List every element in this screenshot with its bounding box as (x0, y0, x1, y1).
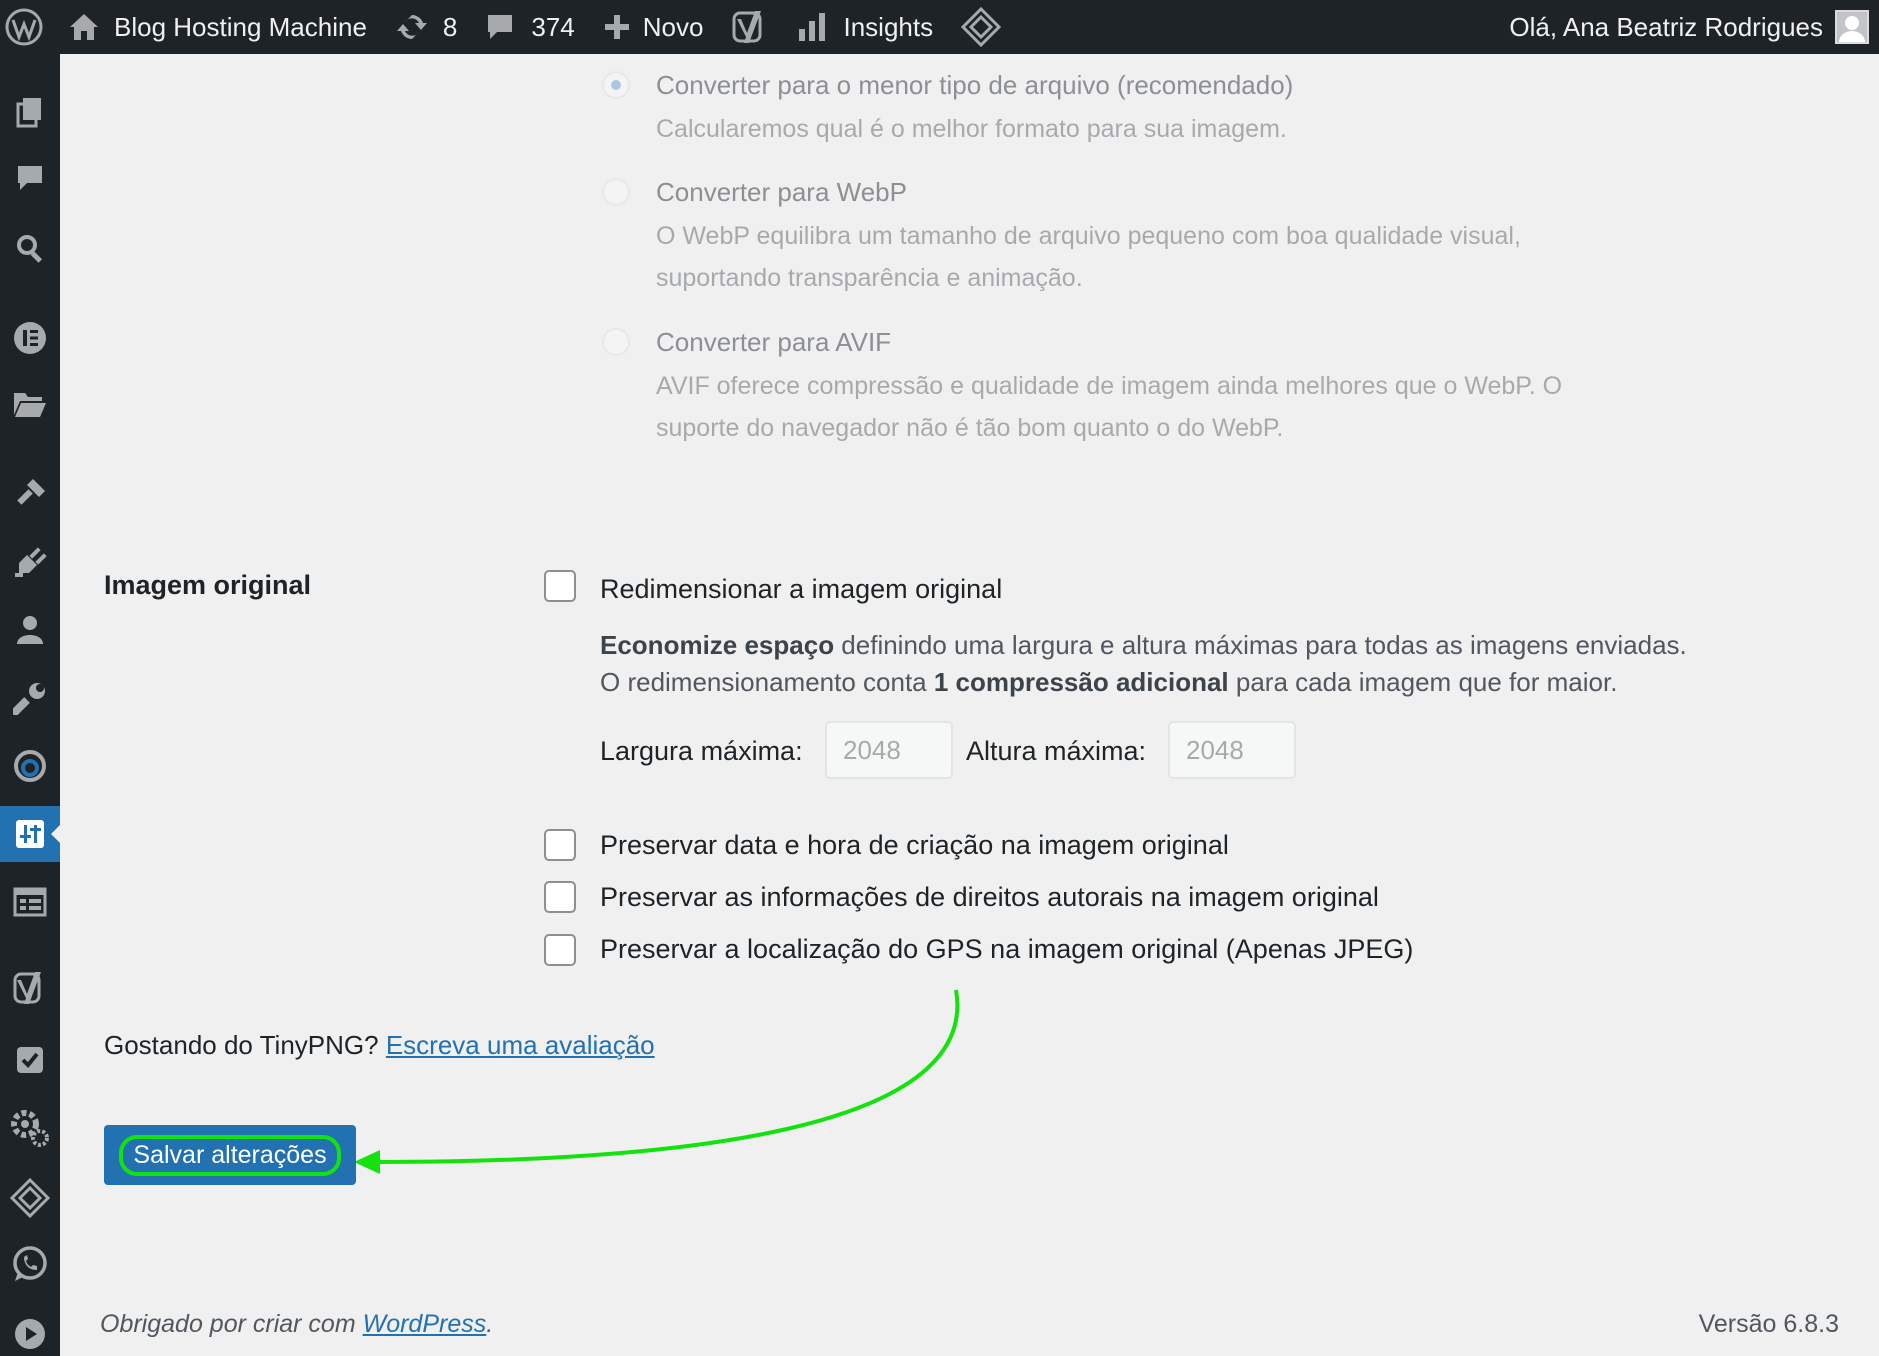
search-icon[interactable] (0, 220, 60, 276)
updates-link[interactable]: 8 (381, 0, 471, 54)
comments-link[interactable]: 374 (471, 0, 588, 54)
tools-icon[interactable] (0, 670, 60, 726)
table-icon[interactable] (0, 874, 60, 930)
rating-text: Gostando do TinyPNG? (104, 1030, 379, 1060)
max-width-input[interactable] (825, 721, 953, 779)
plugins-icon[interactable] (0, 534, 60, 590)
comments-icon[interactable] (0, 150, 60, 206)
elementor-icon[interactable] (0, 310, 60, 366)
resize-original-label[interactable]: Redimensionar a imagem original (600, 574, 1002, 605)
user-greeting[interactable]: Olá, Ana Beatriz Rodrigues (1509, 12, 1823, 43)
plus-icon (604, 15, 629, 39)
home-icon (70, 14, 98, 40)
avatar[interactable] (1835, 10, 1869, 44)
radio-webp[interactable] (602, 178, 630, 206)
updates-icon (396, 15, 427, 39)
diamond-icon[interactable] (0, 1170, 60, 1226)
desc-bold-compression: 1 compressão adicional (933, 667, 1229, 697)
option-title: Converter para WebP (656, 177, 907, 207)
annotation-arrow (354, 989, 960, 1174)
settings-icon[interactable] (0, 806, 61, 862)
appearance-icon[interactable] (0, 466, 60, 522)
comments-count: 374 (531, 11, 575, 42)
diamond-menu[interactable] (947, 0, 1015, 54)
new-content-link[interactable]: Novo (589, 0, 718, 54)
preserve-copyright-checkbox[interactable] (544, 881, 576, 913)
preserve-date-checkbox[interactable] (544, 829, 576, 861)
insights-link[interactable]: Insights (783, 0, 947, 54)
desc-text: O redimensionamento conta (600, 667, 934, 697)
desc-bold-save-space: Economize espaço (600, 630, 835, 660)
option-title: Converter para o menor tipo de arquivo (… (656, 70, 1294, 100)
site-name-link[interactable]: Blog Hosting Machine (54, 0, 381, 54)
yoast-icon (732, 11, 762, 43)
folder-icon[interactable] (0, 376, 60, 432)
max-height-input[interactable] (1168, 721, 1296, 779)
option-desc: suportando transparência e animação. (656, 264, 1083, 292)
desc-text: definindo uma largura e altura máximas p… (834, 630, 1687, 660)
preserve-copyright-label[interactable]: Preservar as informações de direitos aut… (600, 882, 1379, 913)
wordpress-link[interactable]: WordPress (363, 1310, 487, 1338)
yoast-menu[interactable] (717, 0, 783, 54)
option-title: Converter para AVIF (656, 327, 892, 357)
section-label-original-image: Imagem original (104, 570, 312, 600)
updates-count: 8 (442, 11, 458, 42)
whatsapp-icon[interactable] (0, 1236, 60, 1292)
footer-period: . (486, 1310, 494, 1338)
preserve-date-label[interactable]: Preservar data e hora de criação na imag… (600, 830, 1229, 861)
sync-icon[interactable] (0, 738, 60, 794)
users-icon[interactable] (0, 602, 60, 658)
footer-thanks-text: Obrigado por criar com (100, 1310, 356, 1338)
option-desc: O WebP equilibra um tamanho de arquivo p… (656, 222, 1521, 250)
bar-chart-icon (799, 13, 826, 41)
desc-text: para cada imagem que for maior. (1228, 667, 1618, 697)
max-height-label: Altura máxima: (966, 736, 1147, 766)
new-label: Novo (642, 11, 704, 42)
settings-cog-icon[interactable] (0, 1100, 60, 1156)
insights-label: Insights (843, 11, 934, 42)
max-width-label: Largura máxima: (600, 736, 803, 766)
radio-smallest-type[interactable] (602, 71, 630, 99)
admin-sidebar (0, 54, 61, 1356)
preserve-gps-checkbox[interactable] (544, 934, 576, 966)
comment-icon (488, 15, 513, 39)
option-desc: Calcularemos qual é o melhor formato par… (656, 115, 1287, 143)
resize-description-line2: O redimensionamento conta 1 compressão a… (600, 667, 1617, 698)
footer-version: Versão 6.8.3 (1698, 1310, 1839, 1338)
save-changes-button[interactable]: Salvar alterações (104, 1125, 356, 1185)
save-button-label: Salvar alterações (119, 1134, 341, 1176)
admin-bar: Blog Hosting Machine 8 374 Novo Insights… (0, 0, 1879, 54)
option-desc: AVIF oferece compressão e qualidade de i… (656, 372, 1563, 400)
preserve-gps-label[interactable]: Preservar a localização do GPS na imagem… (600, 934, 1413, 965)
diamond-icon (961, 7, 1002, 47)
wordpress-logo-icon[interactable] (0, 0, 54, 54)
tasks-icon[interactable] (0, 1032, 60, 1088)
option-desc: suporte do navegador não é tão bom quant… (656, 414, 1284, 442)
footer-thanks: Obrigado por criar com WordPress. (100, 1310, 493, 1339)
yoast-icon[interactable] (0, 960, 60, 1016)
radio-avif[interactable] (602, 328, 630, 356)
pages-icon[interactable] (0, 84, 60, 140)
site-name: Blog Hosting Machine (114, 11, 367, 42)
resize-description-line1: Economize espaço definindo uma largura e… (600, 630, 1687, 661)
resize-original-checkbox[interactable] (544, 570, 576, 602)
play-icon[interactable] (0, 1306, 60, 1356)
